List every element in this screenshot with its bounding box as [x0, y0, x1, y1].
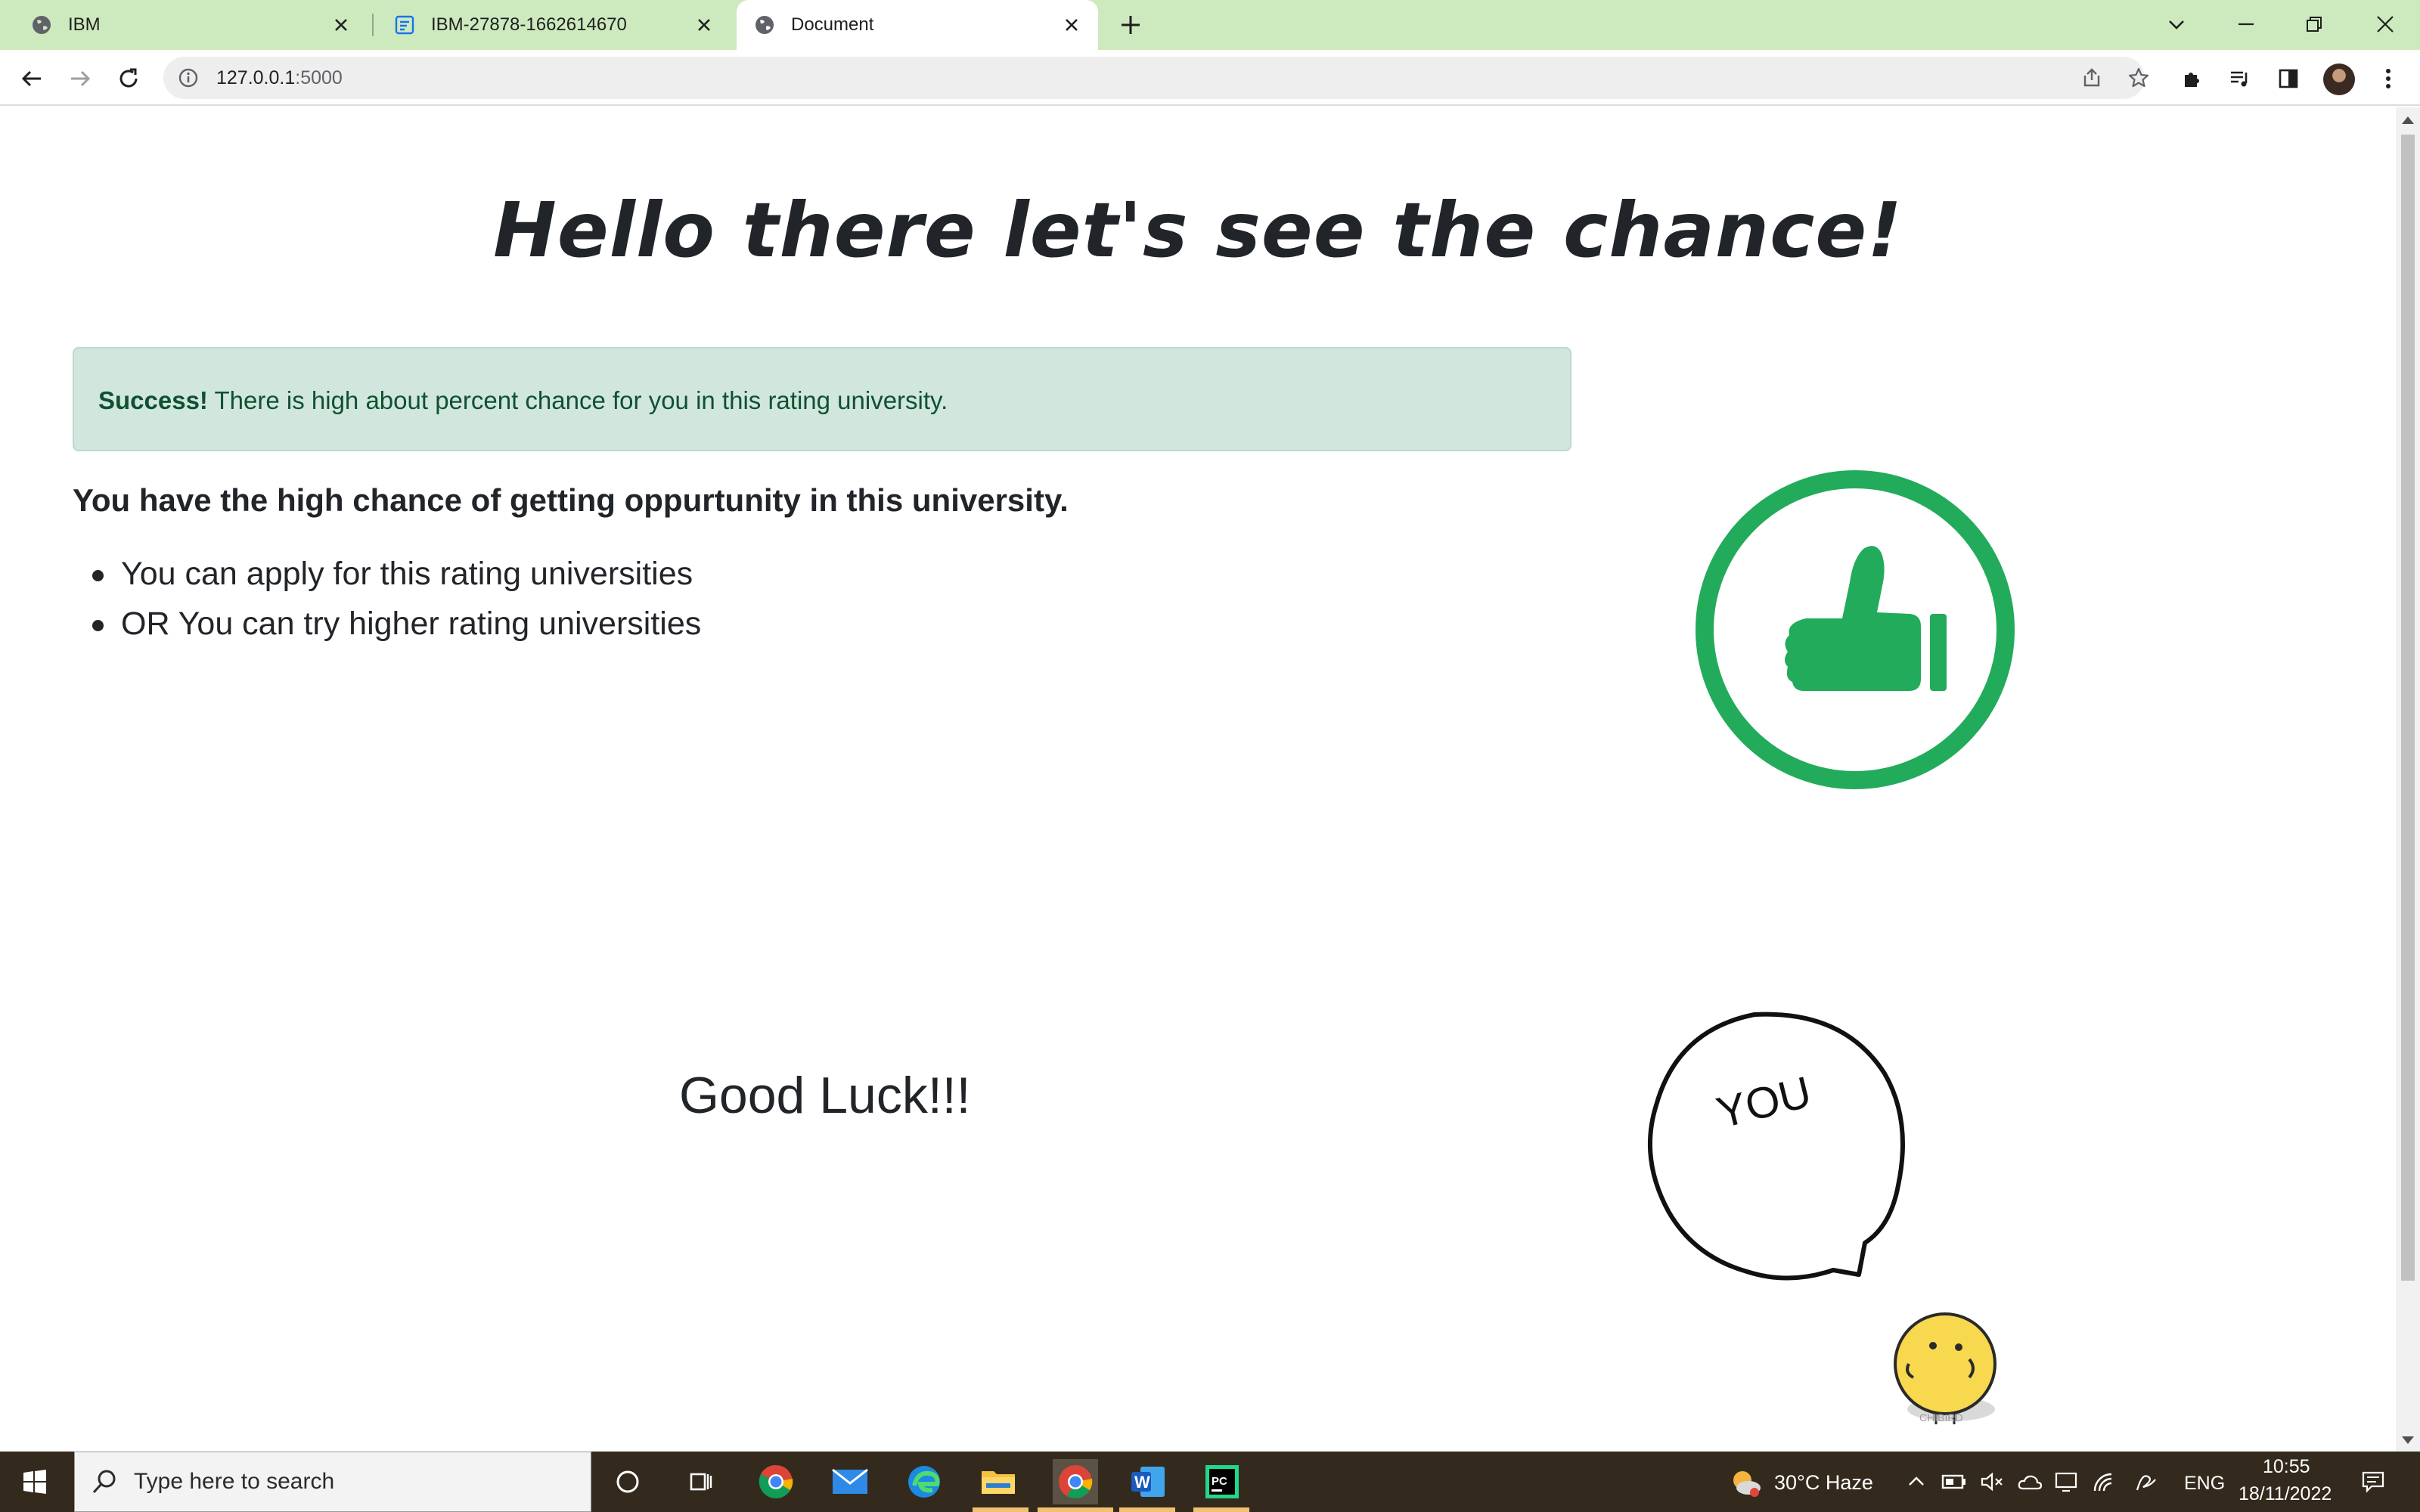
reload-button[interactable]: [113, 64, 144, 94]
alert-strong: Success!: [98, 386, 208, 414]
share-icon[interactable]: [2080, 66, 2104, 90]
tab-document[interactable]: Document: [737, 0, 1098, 50]
minimize-button[interactable]: [2231, 9, 2261, 39]
tab-title: IBM-27878-1662614670: [431, 14, 627, 35]
media-control-icon[interactable]: [2225, 64, 2255, 94]
new-tab-button[interactable]: [1118, 12, 1143, 38]
file-explorer-icon[interactable]: [976, 1459, 1021, 1504]
language-indicator[interactable]: ENG: [2184, 1473, 2225, 1495]
onedrive-icon[interactable]: [2015, 1459, 2045, 1504]
page-content: Hello there let's see the chance! Succes…: [0, 107, 2396, 1452]
start-button[interactable]: [12, 1459, 57, 1504]
taskbar-search-input[interactable]: Type here to search: [74, 1452, 591, 1512]
url-text: 127.0.0.1:5000: [216, 67, 343, 88]
scroll-up-arrow[interactable]: [2402, 116, 2414, 124]
search-icon: [90, 1467, 119, 1500]
bird-label: CHIBIRD: [1919, 1411, 1963, 1424]
clock-date[interactable]: 18/11/2022: [2238, 1483, 2332, 1505]
svg-text:W: W: [1134, 1473, 1150, 1492]
page-heading: Hello there let's see the chance!: [493, 186, 1903, 274]
scrollbar-thumb[interactable]: [2401, 135, 2415, 1281]
windows-taskbar: Type here to search W PC 30°C Haze ENG 1…: [0, 1452, 2420, 1512]
bookmark-star-icon[interactable]: [2127, 66, 2151, 90]
mail-icon[interactable]: [827, 1459, 873, 1504]
speech-bubble-illustration: YOU CHIBIRD: [1603, 1007, 1996, 1430]
edge-icon[interactable]: [901, 1459, 947, 1504]
alert-message: There is high about percent chance for y…: [207, 386, 948, 414]
list-item: You can apply for this rating universiti…: [91, 549, 701, 599]
restore-button[interactable]: [2299, 9, 2329, 39]
open-app-indicator: [973, 1507, 1028, 1512]
browser-toolbar: 127.0.0.1:5000: [0, 50, 2420, 106]
chrome-icon[interactable]: [753, 1459, 799, 1504]
wifi-icon[interactable]: [2089, 1459, 2119, 1504]
extensions-icon[interactable]: [2176, 64, 2207, 94]
close-window-button[interactable]: [2370, 9, 2400, 39]
side-panel-icon[interactable]: [2273, 64, 2304, 94]
pen-icon[interactable]: [2131, 1459, 2161, 1504]
battery-icon[interactable]: [1939, 1459, 1969, 1504]
profile-avatar[interactable]: [2323, 64, 2355, 95]
chrome-active-icon[interactable]: [1053, 1459, 1098, 1504]
tab-title: IBM: [68, 14, 101, 35]
tab-search-chevron-icon[interactable]: [2161, 9, 2192, 39]
word-icon[interactable]: W: [1125, 1459, 1171, 1504]
search-placeholder: Type here to search: [134, 1469, 335, 1494]
open-app-indicator: [1119, 1507, 1175, 1512]
globe-icon: [753, 14, 776, 36]
site-info-icon[interactable]: [177, 67, 200, 89]
active-app-indicator: [1038, 1507, 1113, 1512]
weather-icon[interactable]: [1723, 1459, 1768, 1504]
tab-ibm-project[interactable]: IBM-27878-1662614670: [363, 0, 731, 50]
success-alert: Success! There is high about percent cha…: [73, 347, 1571, 451]
menu-kebab-icon[interactable]: [2373, 64, 2403, 94]
chevron-up-icon[interactable]: [1901, 1459, 1931, 1504]
close-icon[interactable]: [330, 14, 352, 36]
result-subheading: You have the high chance of getting oppu…: [73, 482, 1069, 518]
good-luck-text: Good Luck!!!: [679, 1067, 971, 1124]
forward-button[interactable]: [65, 64, 95, 94]
svg-text:PC: PC: [1212, 1475, 1227, 1488]
back-button[interactable]: [17, 64, 47, 94]
advice-list: You can apply for this rating universiti…: [91, 549, 701, 649]
close-icon[interactable]: [1060, 14, 1083, 36]
volume-muted-icon[interactable]: [1977, 1459, 2007, 1504]
tab-strip: IBM IBM-27878-1662614670 Document: [0, 0, 2420, 50]
tab-title: Document: [791, 14, 874, 35]
list-item: OR You can try higher rating universitie…: [91, 599, 701, 649]
address-bar[interactable]: 127.0.0.1:5000: [163, 57, 2149, 99]
close-icon[interactable]: [693, 14, 715, 36]
globe-icon: [30, 14, 53, 36]
pycharm-icon[interactable]: PC: [1199, 1459, 1245, 1504]
notifications-icon[interactable]: [2358, 1459, 2388, 1504]
clock-time[interactable]: 10:55: [2263, 1456, 2310, 1478]
weather-text[interactable]: 30°C Haze: [1774, 1471, 1873, 1495]
page-scrollbar[interactable]: [2396, 107, 2420, 1452]
display-icon[interactable]: [2051, 1459, 2081, 1504]
scroll-down-arrow[interactable]: [2402, 1436, 2414, 1444]
cortana-icon[interactable]: [605, 1459, 650, 1504]
tab-ibm[interactable]: IBM: [0, 0, 368, 50]
task-view-icon[interactable]: [678, 1459, 723, 1504]
thumbs-up-icon: [1694, 469, 2016, 791]
document-icon: [393, 14, 416, 36]
open-app-indicator: [1193, 1507, 1249, 1512]
